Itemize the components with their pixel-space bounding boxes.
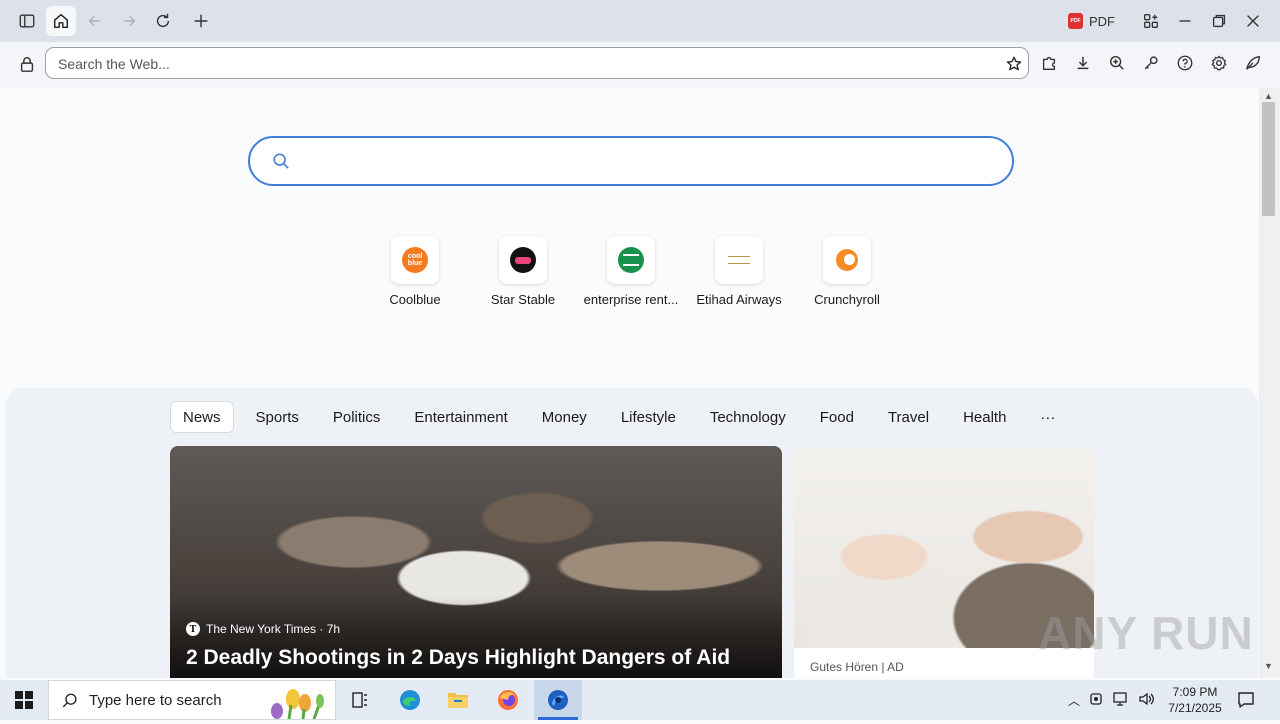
- clock-time: 7:09 PM: [1172, 685, 1218, 699]
- tab-news[interactable]: News: [170, 401, 234, 433]
- help-icon[interactable]: [1175, 53, 1195, 73]
- lock-icon[interactable]: [17, 54, 37, 74]
- taskbar: Type here to search ︿ 7:09 PM 7/21/2025: [0, 680, 1280, 720]
- tab-lifestyle[interactable]: Lifestyle: [609, 402, 688, 432]
- extensions-grid-icon[interactable]: [1136, 6, 1166, 36]
- clock-date: 7/21/2025: [1168, 701, 1222, 715]
- taskbar-search[interactable]: Type here to search: [48, 680, 336, 720]
- new-tab-plus-icon[interactable]: [186, 6, 216, 36]
- back-arrow-icon[interactable]: [80, 6, 110, 36]
- file-explorer-icon[interactable]: [434, 680, 482, 720]
- zoom-icon[interactable]: [1107, 53, 1127, 73]
- security-icon[interactable]: [1088, 691, 1104, 710]
- firefox-icon[interactable]: [484, 680, 532, 720]
- notifications-icon[interactable]: [1236, 690, 1256, 710]
- address-input[interactable]: [56, 48, 990, 79]
- tile-label: Star Stable: [490, 292, 556, 307]
- tab-technology[interactable]: Technology: [698, 402, 798, 432]
- speed-dial-tile[interactable]: Star Stable: [469, 236, 577, 307]
- download-icon[interactable]: [1073, 53, 1093, 73]
- feed-tabs: News Sports Politics Entertainment Money…: [170, 400, 1077, 434]
- home-icon[interactable]: [46, 6, 76, 36]
- news-source: T The New York Times · 7h: [186, 622, 340, 636]
- tab-entertainment[interactable]: Entertainment: [402, 402, 519, 432]
- main-search-box[interactable]: [248, 136, 1014, 186]
- close-icon[interactable]: [1238, 6, 1268, 36]
- tile-label: Coolblue: [389, 292, 441, 307]
- search-icon: [273, 153, 289, 169]
- bookmark-star-icon[interactable]: [1004, 54, 1024, 74]
- tile-label: Crunchyroll: [814, 292, 880, 307]
- tab-money[interactable]: Money: [530, 402, 599, 432]
- headline[interactable]: 2 Deadly Shootings in 2 Days Highlight D…: [186, 646, 730, 670]
- pdf-label: PDF: [1089, 13, 1115, 29]
- tab-sports[interactable]: Sports: [244, 402, 311, 432]
- speed-dial-tile[interactable]: Etihad Airways: [685, 236, 793, 307]
- search-icon: [62, 693, 77, 708]
- ad-label: Gutes Hören | AD: [810, 660, 904, 674]
- etihad-icon: [715, 236, 763, 284]
- tab-travel[interactable]: Travel: [876, 402, 941, 432]
- coolblue-icon: cool blue: [391, 236, 439, 284]
- main-search-input[interactable]: [300, 146, 994, 178]
- reload-icon[interactable]: [148, 6, 178, 36]
- leaf-icon[interactable]: [1243, 53, 1263, 73]
- flowers-decoration-icon: [259, 685, 329, 720]
- address-toolbar: [0, 42, 1280, 88]
- volume-icon[interactable]: [1138, 691, 1156, 710]
- chevron-up-icon[interactable]: ︿: [1068, 692, 1080, 709]
- tile-label: Etihad Airways: [696, 292, 782, 307]
- pdf-icon: PDF: [1068, 13, 1083, 29]
- title-bar: PDF PDF: [0, 0, 1280, 42]
- tab-politics[interactable]: Politics: [321, 402, 393, 432]
- clock[interactable]: 7:09 PM 7/21/2025: [1160, 684, 1230, 716]
- new-tab-page: cool blue Coolblue Star Stable enterpris…: [4, 88, 1258, 678]
- restore-window-icon[interactable]: [1204, 6, 1234, 36]
- anyrun-watermark: ANY RUN: [1038, 607, 1254, 659]
- crunchyroll-icon: [823, 236, 871, 284]
- minimize-icon[interactable]: [1170, 6, 1200, 36]
- forward-arrow-icon[interactable]: [114, 6, 144, 36]
- enterprise-icon: [607, 236, 655, 284]
- speed-dial-tile[interactable]: enterprise rent...: [577, 236, 685, 307]
- speed-dial-tile[interactable]: Crunchyroll: [793, 236, 901, 307]
- settings-gear-icon[interactable]: [1209, 53, 1229, 73]
- sidebar-toggle-icon[interactable]: [12, 6, 42, 36]
- nyt-logo-icon: T: [186, 622, 200, 636]
- star-stable-icon: [499, 236, 547, 284]
- scroll-up-icon[interactable]: ▲: [1264, 91, 1273, 101]
- tab-food[interactable]: Food: [808, 402, 866, 432]
- windows-start-icon[interactable]: [0, 680, 48, 720]
- address-bar[interactable]: [45, 47, 1029, 79]
- seamonkey-browser-icon[interactable]: [534, 680, 582, 720]
- system-tray: ︿: [1068, 680, 1156, 720]
- hero-news-card[interactable]: T The New York Times · 7h 2 Deadly Shoot…: [170, 446, 782, 678]
- task-view-icon[interactable]: [336, 680, 384, 720]
- tab-health[interactable]: Health: [951, 402, 1018, 432]
- edge-browser-icon[interactable]: [386, 680, 434, 720]
- puzzle-extension-icon[interactable]: [1039, 53, 1059, 73]
- speed-dial-tile[interactable]: cool blue Coolblue: [361, 236, 469, 307]
- page-scrollbar[interactable]: ▲ ▼: [1259, 88, 1280, 678]
- network-icon[interactable]: [1112, 691, 1130, 710]
- pdf-extension-button[interactable]: PDF PDF: [1068, 10, 1115, 32]
- tile-label: enterprise rent...: [583, 292, 679, 307]
- key-password-icon[interactable]: [1141, 53, 1161, 73]
- more-tabs-button[interactable]: ···: [1028, 402, 1067, 432]
- source-text: The New York Times · 7h: [206, 622, 341, 636]
- taskbar-search-placeholder: Type here to search: [89, 691, 222, 709]
- scroll-down-icon[interactable]: ▼: [1264, 661, 1273, 671]
- scroll-thumb[interactable]: [1262, 102, 1275, 216]
